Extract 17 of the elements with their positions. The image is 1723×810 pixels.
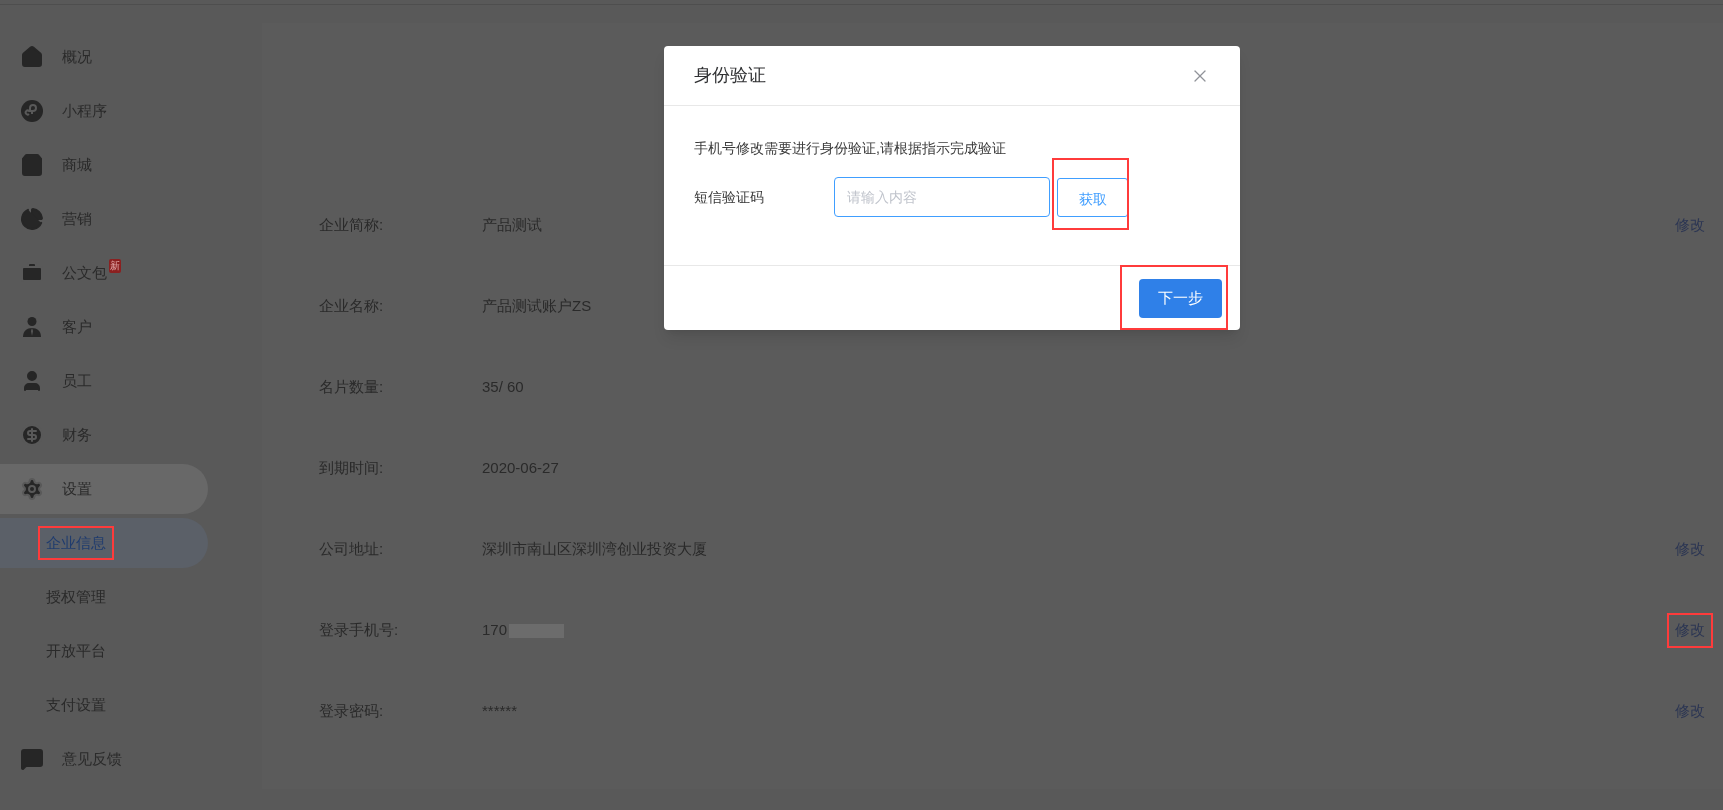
settings-icon: [20, 477, 44, 501]
home-icon: [20, 45, 44, 69]
field-value: ******: [482, 701, 518, 722]
pie-chart-icon: [20, 207, 44, 231]
next-step-button[interactable]: 下一步: [1139, 278, 1222, 318]
new-badge: 新: [109, 259, 121, 273]
dollar-icon: [20, 423, 44, 447]
field-label: 短信验证码: [694, 187, 765, 207]
get-code-button[interactable]: 获取: [1057, 177, 1128, 217]
dialog-message: 手机号修改需要进行身份验证,请根据指示完成验证: [694, 139, 1007, 158]
dialog-title: 身份验证: [694, 64, 766, 87]
sidebar-subitem[interactable]: 企业信息: [0, 518, 208, 568]
chat-icon: [20, 747, 44, 771]
code-input-field[interactable]: 请输入内容: [834, 177, 1050, 217]
sidebar-item[interactable]: 设置: [0, 464, 208, 514]
link-circle-icon: [20, 99, 44, 123]
person-tie-icon: [20, 315, 44, 339]
